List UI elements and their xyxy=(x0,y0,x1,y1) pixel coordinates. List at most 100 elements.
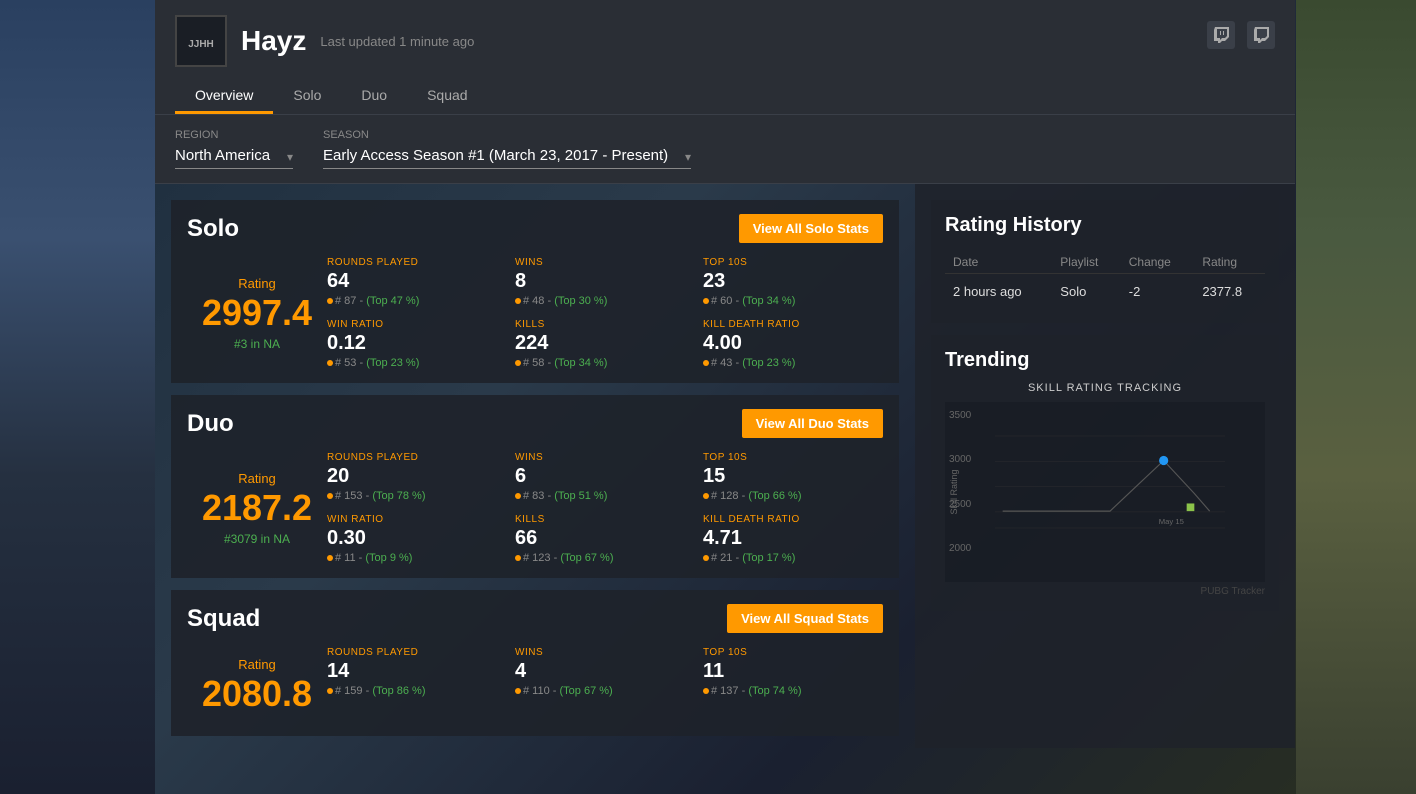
filter-bar: Region North America Europe Asia Season … xyxy=(155,115,1295,184)
stat-value: 23 xyxy=(703,270,883,293)
stat-rank: # 123 - (Top 67 %) xyxy=(515,552,695,564)
col-playlist: Playlist xyxy=(1052,251,1120,274)
stat-item: WIN RATIO 0.30 # 11 - (Top 9 %) xyxy=(327,514,507,564)
duo-stats-grid: ROUNDS PLAYED 20 # 153 - (Top 78 %) WINS… xyxy=(327,452,883,564)
season-select-wrapper[interactable]: Early Access Season #1 (March 23, 2017 -… xyxy=(323,145,691,169)
squad-rating-value: 2080.8 xyxy=(202,676,312,712)
twitch-icon[interactable] xyxy=(1207,21,1235,49)
region-label: Region xyxy=(175,129,293,141)
stat-name: KILL DEATH RATIO xyxy=(703,514,883,525)
stat-item: KILL DEATH RATIO 4.71 # 21 - (Top 17 %) xyxy=(703,514,883,564)
duo-section-header: Duo View All Duo Stats xyxy=(187,409,883,438)
stat-item: WIN RATIO 0.12 # 53 - (Top 23 %) xyxy=(327,319,507,369)
stat-name: KILL DEATH RATIO xyxy=(703,319,883,330)
rating-history-table: Date Playlist Change Rating 2 hours ago … xyxy=(945,251,1265,309)
right-panel: Rating History Date Playlist Change Rati… xyxy=(915,184,1295,748)
header-icons xyxy=(1207,21,1275,61)
stat-name: WINS xyxy=(515,452,695,463)
stat-name: WIN RATIO xyxy=(327,514,507,525)
stat-name: KILLS xyxy=(515,319,695,330)
stat-item: KILLS 66 # 123 - (Top 67 %) xyxy=(515,514,695,564)
stat-rank: # 58 - (Top 34 %) xyxy=(515,357,695,369)
duo-section: Duo View All Duo Stats Rating 2187.2 #30… xyxy=(171,395,899,578)
squad-section: Squad View All Squad Stats Rating 2080.8… xyxy=(171,590,899,736)
stat-name: TOP 10S xyxy=(703,257,883,268)
solo-rating-col: Rating 2997.4 #3 in NA xyxy=(187,257,327,369)
trending-title: Trending xyxy=(945,349,1265,372)
stat-item: ROUNDS PLAYED 14 # 159 - (Top 86 %) xyxy=(327,647,507,722)
left-panel: Solo View All Solo Stats Rating 2997.4 #… xyxy=(155,184,915,748)
stat-item: KILLS 224 # 58 - (Top 34 %) xyxy=(515,319,695,369)
stat-item: WINS 4 # 110 - (Top 67 %) xyxy=(515,647,695,722)
tab-squad[interactable]: Squad xyxy=(407,79,487,114)
stat-name: ROUNDS PLAYED xyxy=(327,647,507,658)
stat-rank: # 128 - (Top 66 %) xyxy=(703,490,883,502)
stat-value: 15 xyxy=(703,465,883,488)
region-select-wrapper[interactable]: North America Europe Asia xyxy=(175,145,293,169)
tab-duo[interactable]: Duo xyxy=(341,79,407,114)
cell-rating: 2377.8 xyxy=(1194,274,1265,310)
tab-overview[interactable]: Overview xyxy=(175,79,273,114)
region-select[interactable]: North America Europe Asia xyxy=(175,145,293,169)
squad-stats-grid: ROUNDS PLAYED 14 # 159 - (Top 86 %) WINS… xyxy=(327,647,883,722)
header: JJHH Hayz Last updated 1 minute ago xyxy=(155,0,1295,115)
stat-value: 11 xyxy=(703,660,883,683)
stat-item: TOP 10S 23 # 60 - (Top 34 %) xyxy=(703,257,883,307)
stat-rank: # 110 - (Top 67 %) xyxy=(515,685,695,697)
view-all-solo-button[interactable]: View All Solo Stats xyxy=(739,214,883,243)
stat-name: ROUNDS PLAYED xyxy=(327,257,507,268)
stat-rank: # 60 - (Top 34 %) xyxy=(703,295,883,307)
stat-value: 224 xyxy=(515,332,695,355)
chart-watermark: PUBG Tracker xyxy=(945,586,1265,597)
rating-history-title: Rating History xyxy=(945,214,1265,237)
y-label-2000: 2000 xyxy=(949,543,971,554)
stat-value: 4 xyxy=(515,660,695,683)
last-updated: Last updated 1 minute ago xyxy=(320,34,474,49)
stat-rank: # 11 - (Top 9 %) xyxy=(327,552,507,564)
tab-solo[interactable]: Solo xyxy=(273,79,341,114)
squad-title: Squad xyxy=(187,605,260,633)
stat-value: 0.12 xyxy=(327,332,507,355)
stat-item: WINS 6 # 83 - (Top 51 %) xyxy=(515,452,695,502)
content-area: Solo View All Solo Stats Rating 2997.4 #… xyxy=(155,184,1295,748)
stat-rank: # 53 - (Top 23 %) xyxy=(327,357,507,369)
cell-change: -2 xyxy=(1121,274,1195,310)
solo-stats-grid: ROUNDS PLAYED 64 # 87 - (Top 47 %) WINS … xyxy=(327,257,883,369)
col-rating: Rating xyxy=(1194,251,1265,274)
avatar: JJHH xyxy=(175,15,227,67)
stat-value: 20 xyxy=(327,465,507,488)
col-change: Change xyxy=(1121,251,1195,274)
stat-name: WINS xyxy=(515,647,695,658)
rating-history-section: Rating History Date Playlist Change Rati… xyxy=(931,200,1279,323)
cell-date: 2 hours ago xyxy=(945,274,1052,310)
stat-name: KILLS xyxy=(515,514,695,525)
stat-value: 64 xyxy=(327,270,507,293)
squad-section-header: Squad View All Squad Stats xyxy=(187,604,883,633)
stat-name: TOP 10S xyxy=(703,647,883,658)
stream-icon[interactable] xyxy=(1247,21,1275,49)
stat-value: 66 xyxy=(515,527,695,550)
header-top: JJHH Hayz Last updated 1 minute ago xyxy=(175,15,1275,67)
y-label-3000: 3000 xyxy=(949,454,971,465)
svg-text:JJHH: JJHH xyxy=(188,39,214,50)
stat-rank: # 48 - (Top 30 %) xyxy=(515,295,695,307)
stat-name: WIN RATIO xyxy=(327,319,507,330)
view-all-duo-button[interactable]: View All Duo Stats xyxy=(742,409,883,438)
stat-value: 8 xyxy=(515,270,695,293)
duo-rating-label: Rating xyxy=(238,471,276,486)
table-row: 2 hours ago Solo -2 2377.8 xyxy=(945,274,1265,310)
svg-text:May 15: May 15 xyxy=(1159,517,1184,526)
cell-playlist: Solo xyxy=(1052,274,1120,310)
stat-name: ROUNDS PLAYED xyxy=(327,452,507,463)
solo-section: Solo View All Solo Stats Rating 2997.4 #… xyxy=(171,200,899,383)
stat-rank: # 43 - (Top 23 %) xyxy=(703,357,883,369)
season-select[interactable]: Early Access Season #1 (March 23, 2017 -… xyxy=(323,145,691,169)
player-name: Hayz xyxy=(241,25,306,57)
solo-stats-body: Rating 2997.4 #3 in NA ROUNDS PLAYED 64 … xyxy=(187,257,883,369)
stat-value: 4.00 xyxy=(703,332,883,355)
view-all-squad-button[interactable]: View All Squad Stats xyxy=(727,604,883,633)
stat-item: TOP 10S 15 # 128 - (Top 66 %) xyxy=(703,452,883,502)
duo-rating-value: 2187.2 xyxy=(202,490,312,526)
chart-title: SKILL RATING TRACKING xyxy=(945,382,1265,394)
stat-value: 6 xyxy=(515,465,695,488)
